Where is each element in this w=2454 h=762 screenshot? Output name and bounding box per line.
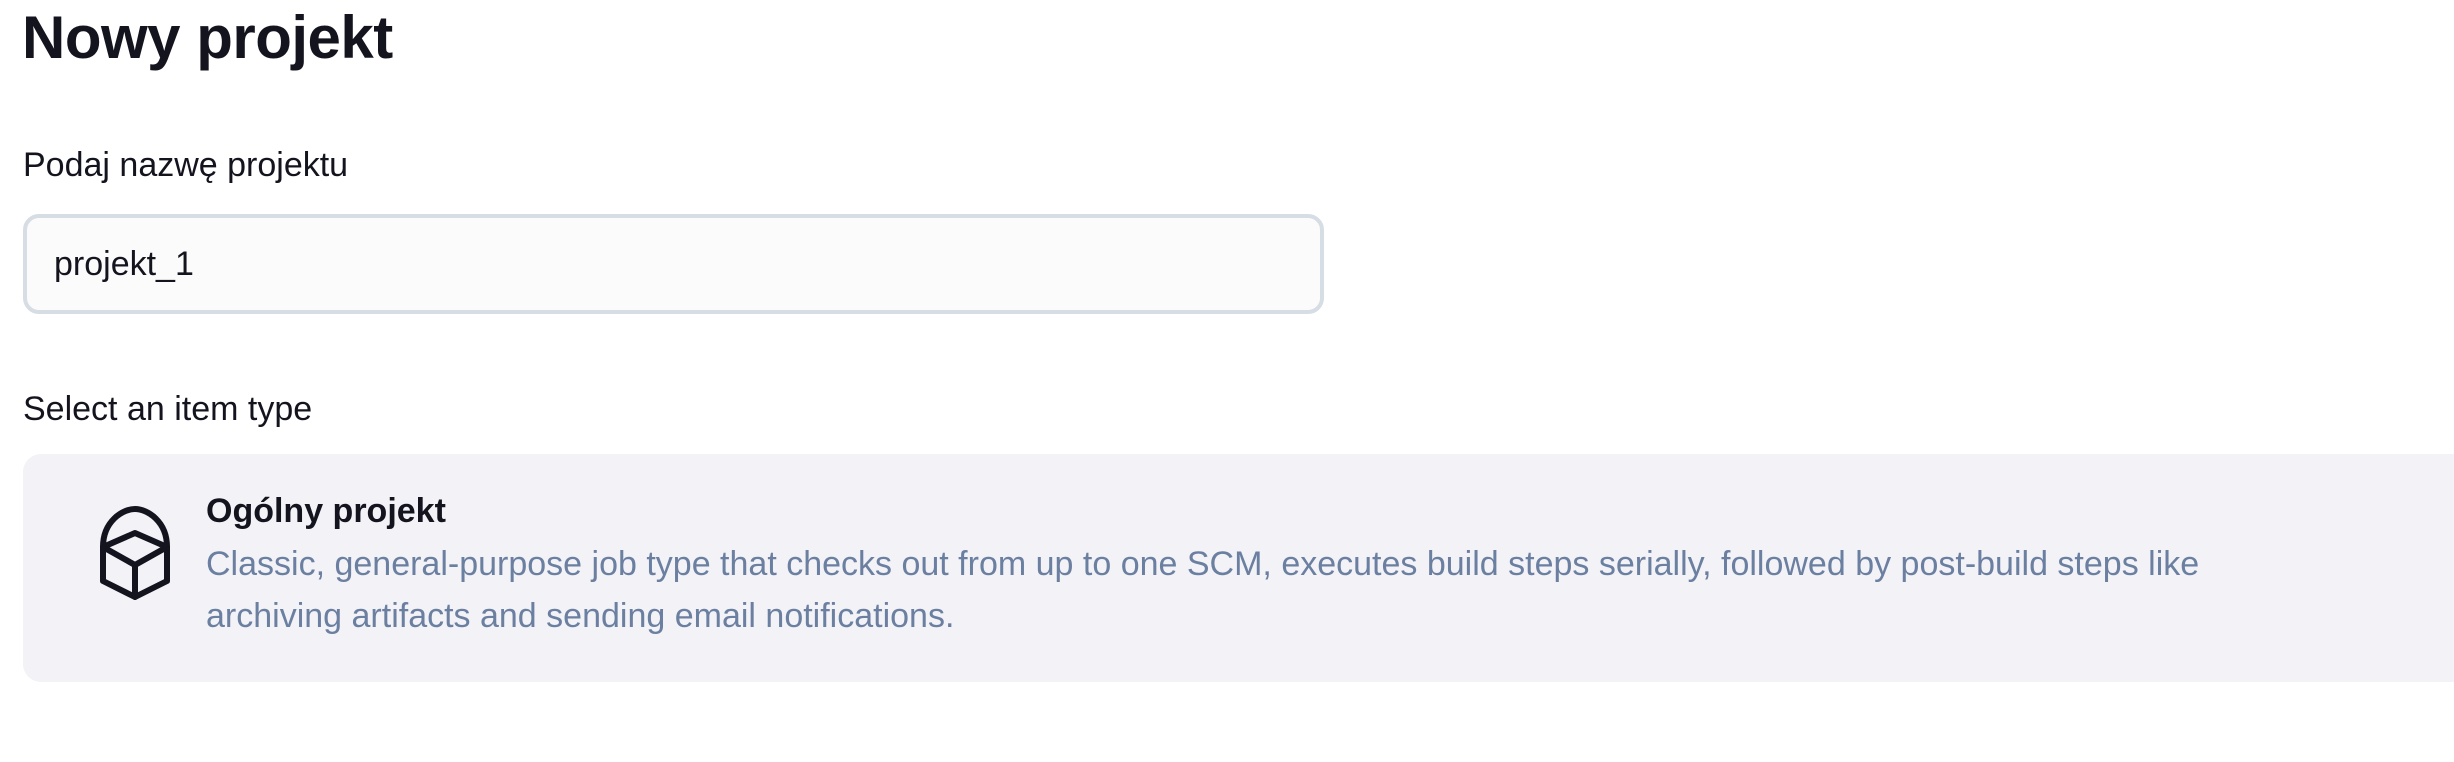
item-type-label: Select an item type [23, 390, 313, 428]
project-name-label: Podaj nazwę projektu [23, 146, 349, 184]
item-type-description-line: Classic, general-purpose job type that c… [206, 545, 2200, 583]
item-type-description-line: archiving artifacts and sending email no… [206, 597, 955, 635]
item-type-title: Ogólny projekt [206, 492, 446, 530]
project-name-input[interactable] [23, 214, 1324, 314]
cube-icon [67, 483, 203, 619]
page-title: Nowy projekt [22, 4, 393, 71]
item-type-freestyle-project[interactable]: Ogólny projekt Classic, general-purpose … [23, 454, 2454, 682]
new-item-page: Nowy projekt Podaj nazwę projektu Select… [0, 0, 2454, 762]
item-type-description: Classic, general-purpose job type that c… [206, 538, 2454, 642]
